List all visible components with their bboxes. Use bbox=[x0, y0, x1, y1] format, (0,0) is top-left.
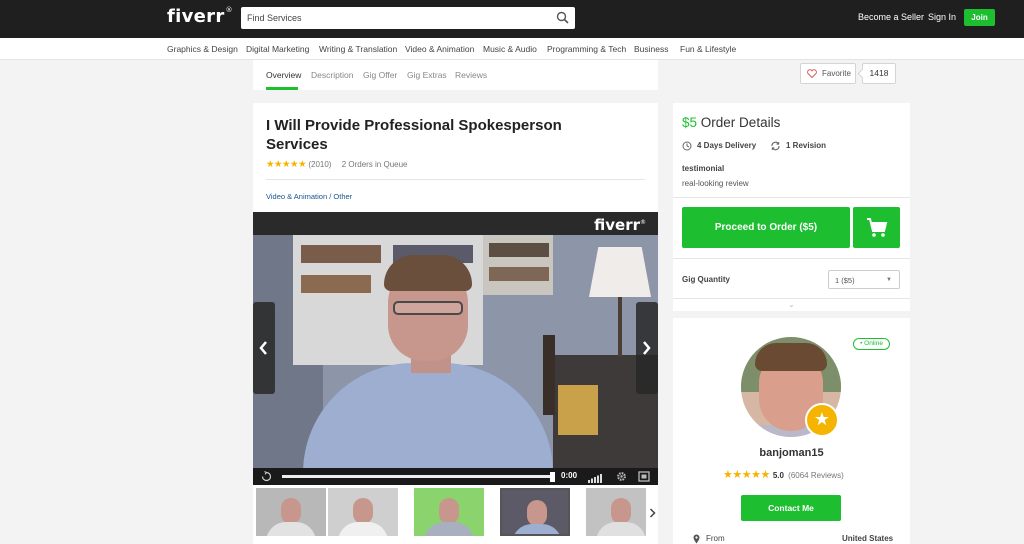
heart-icon bbox=[807, 69, 817, 80]
seller-review-count: (6064 Reviews) bbox=[788, 471, 844, 480]
category-music-audio[interactable]: Music & Audio bbox=[483, 44, 537, 54]
next-slide-button[interactable] bbox=[636, 302, 658, 394]
become-seller-link[interactable]: Become a Seller bbox=[858, 12, 924, 22]
video-progress-bar[interactable] bbox=[282, 475, 552, 478]
video-controls: 0:00 bbox=[253, 468, 658, 485]
category-video-animation[interactable]: Video & Animation bbox=[405, 44, 474, 54]
orders-in-queue: 2 Orders in Queue bbox=[341, 160, 408, 169]
video-top-strip: fiverr® bbox=[253, 212, 658, 235]
fiverr-logo[interactable]: fiverr® bbox=[167, 6, 233, 27]
delivery-time: 4 Days Delivery bbox=[682, 141, 756, 151]
search-input[interactable] bbox=[241, 7, 541, 29]
tab-overview[interactable]: Overview bbox=[266, 70, 301, 80]
seller-score: 5.0 bbox=[772, 471, 784, 480]
video-time: 0:00 bbox=[561, 471, 578, 480]
gig-tabs: Overview Description Gig Offer Gig Extra… bbox=[253, 60, 658, 90]
location-pin-icon bbox=[693, 534, 700, 544]
add-to-cart-button[interactable] bbox=[853, 207, 900, 248]
top-rated-star-badge-icon: ★ bbox=[805, 403, 839, 437]
clock-icon bbox=[682, 141, 692, 151]
tab-description[interactable]: Description bbox=[311, 70, 354, 80]
divider bbox=[673, 258, 910, 259]
category-writing-translation[interactable]: Writing & Translation bbox=[319, 44, 397, 54]
category-nav: Graphics & Design Digital Marketing Writ… bbox=[0, 38, 1024, 60]
cart-icon bbox=[867, 218, 888, 237]
video-watermark-logo: fiverr® bbox=[594, 216, 646, 234]
seller-country: United States bbox=[842, 534, 894, 543]
tab-gig-extras[interactable]: Gig Extras bbox=[407, 70, 447, 80]
gallery-thumbnails bbox=[253, 486, 658, 544]
revisions: 1 Revision bbox=[770, 141, 826, 151]
expand-details-toggle[interactable]: ⌄ bbox=[673, 298, 910, 311]
join-button[interactable]: Join bbox=[964, 9, 995, 26]
seller-card: • Online ★ banjoman15 ★★★★★ 5.0 (6064 Rev… bbox=[673, 318, 910, 544]
package-description: real-looking review bbox=[682, 179, 749, 188]
tab-gig-offer[interactable]: Gig Offer bbox=[363, 70, 397, 80]
divider bbox=[673, 197, 910, 198]
favorite-count: 1418 bbox=[862, 63, 896, 84]
sign-in-link[interactable]: Sign In bbox=[928, 12, 956, 22]
fullscreen-icon[interactable] bbox=[638, 471, 650, 485]
gallery-thumbnail[interactable] bbox=[414, 488, 484, 536]
favorite-button[interactable]: Favorite bbox=[800, 63, 856, 84]
category-graphics-design[interactable]: Graphics & Design bbox=[167, 44, 238, 54]
contact-me-button[interactable]: Contact Me bbox=[741, 495, 841, 521]
seller-from-label: From bbox=[693, 534, 725, 544]
gallery-thumbnail[interactable] bbox=[328, 488, 398, 536]
star-icon: ★★★★★ bbox=[266, 159, 307, 170]
seller-rating: ★★★★★ 5.0 (6064 Reviews) bbox=[723, 468, 844, 481]
package-name: testimonial bbox=[682, 164, 725, 173]
order-price: $5 bbox=[682, 115, 698, 130]
settings-gear-icon[interactable] bbox=[616, 471, 627, 485]
gig-rating: ★★★★★ (2010) 2 Orders in Queue bbox=[266, 159, 408, 171]
online-status-badge: • Online bbox=[853, 338, 890, 350]
category-programming-tech[interactable]: Programming & Tech bbox=[547, 44, 626, 54]
category-digital-marketing[interactable]: Digital Marketing bbox=[246, 44, 309, 54]
refresh-icon bbox=[771, 141, 780, 151]
previous-slide-button[interactable] bbox=[253, 302, 275, 394]
search-icon[interactable] bbox=[556, 11, 569, 27]
gallery-thumbnail[interactable] bbox=[500, 488, 570, 536]
gallery-thumbnail[interactable] bbox=[256, 488, 326, 536]
star-icon: ★★★★★ bbox=[723, 469, 770, 481]
double-chevron-down-icon: ⌄ bbox=[788, 300, 795, 309]
breadcrumb[interactable]: Video & Animation / Other bbox=[266, 192, 352, 201]
chevron-down-icon: ▼ bbox=[886, 277, 892, 283]
divider bbox=[266, 179, 645, 180]
video-player[interactable]: fiverr® 0:00 bbox=[253, 212, 658, 485]
thumbnail-next-arrow-icon[interactable] bbox=[649, 507, 656, 521]
order-details-panel: $5 Order Details 4 Days Delivery 1 Revis… bbox=[673, 103, 910, 311]
gig-title: I Will Provide Professional Spokesperson… bbox=[266, 117, 562, 153]
order-title: $5 Order Details bbox=[682, 115, 781, 130]
proceed-to-order-button[interactable]: Proceed to Order ($5) bbox=[682, 207, 850, 248]
category-fun-lifestyle[interactable]: Fun & Lifestyle bbox=[680, 44, 736, 54]
top-header: fiverr® Become a Seller Sign In Join bbox=[0, 0, 1024, 38]
tab-reviews[interactable]: Reviews bbox=[455, 70, 487, 80]
active-tab-indicator bbox=[266, 87, 298, 90]
gig-review-count: (2010) bbox=[308, 160, 332, 169]
gig-quantity-label: Gig Quantity bbox=[682, 275, 730, 284]
gig-quantity-select[interactable]: 1 ($5) ▼ bbox=[828, 270, 900, 289]
volume-icon[interactable] bbox=[588, 472, 604, 485]
video-scrubber[interactable] bbox=[550, 472, 555, 482]
search-box bbox=[241, 7, 575, 29]
video-frame bbox=[253, 235, 658, 469]
seller-username[interactable]: banjoman15 bbox=[673, 447, 910, 459]
category-business[interactable]: Business bbox=[634, 44, 669, 54]
favorite-label: Favorite bbox=[822, 69, 851, 78]
replay-icon[interactable] bbox=[261, 471, 272, 485]
gallery-thumbnail[interactable] bbox=[586, 488, 646, 536]
